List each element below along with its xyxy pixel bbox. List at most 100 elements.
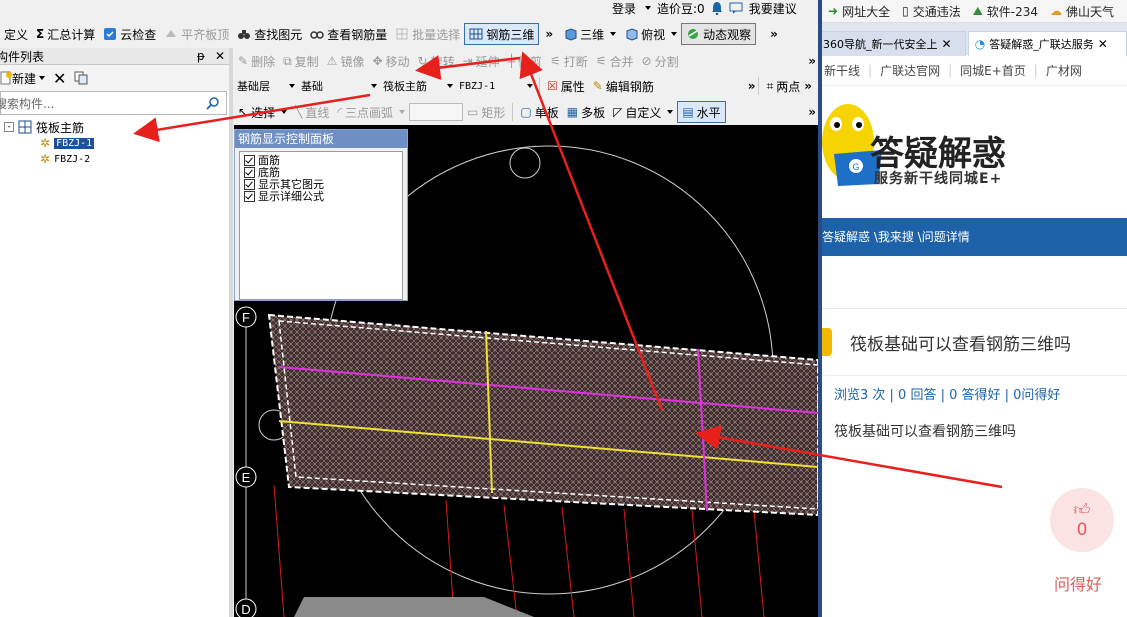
search-icon[interactable] [206,96,220,110]
break-button[interactable]: ⚟ 打断 [546,51,592,71]
svg-text:E: E [242,470,251,485]
single-board-icon: ▢ [520,105,532,119]
two-point-button[interactable]: ⌗ 两点 [762,76,804,96]
view-3d-button[interactable]: 三维 [559,24,620,44]
grey-element [294,597,534,617]
question-title: 筏板基础可以查看钢筋三维吗 [850,334,1071,355]
close-icon[interactable]: ✕ [1098,37,1108,51]
merge-button[interactable]: ⚟ 合并 [592,51,638,71]
collapse-icon[interactable]: - [4,122,14,132]
find-element-button[interactable]: 查找图元 [233,24,306,44]
feedback-link[interactable]: 我要建议 [749,0,797,17]
nav-link[interactable]: 新干线 [824,62,860,79]
select-button[interactable]: ↖ 选择 [234,102,291,122]
overflow-icon[interactable]: » [808,54,816,68]
close-icon[interactable]: ✕ [215,49,225,63]
split-button[interactable]: ⊘ 分割 [638,51,683,71]
element-toolbar: 基础层 基础 筏板主筋 FBZJ-1 ☒ 属性 ✎ 编辑钢筋 » ⌗ 两点 » [234,74,822,98]
bookmark-bar: ➜ 网址大全 ▯ 交通违法 ⛰ 软件-234 ☁ 佛山天气 [822,0,1127,23]
line-icon: ╲ [295,105,303,119]
glasses-icon [310,31,325,39]
rect-button[interactable]: ▭ 矩形 [463,102,509,122]
floor-select[interactable]: 基础层 [234,77,298,95]
rotate-button[interactable]: ↻ 旋转 [414,51,459,71]
nav-link[interactable]: 广材网 [1046,62,1082,79]
bookmark-item[interactable]: ▯ 交通违法 [896,3,967,20]
dynamic-observe-button[interactable]: 动态观察 [681,23,757,45]
gear-icon: ✲ [40,136,51,150]
top-view-button[interactable]: 俯视 [620,24,681,44]
checkbox[interactable] [244,190,255,202]
bookmark-item[interactable]: ➜ 网址大全 [822,3,896,20]
flat-board-button[interactable]: 平齐板顶 [160,24,233,44]
delete-x-icon[interactable]: ✕ [53,69,66,88]
delete-button[interactable]: ✎ 删除 [234,51,279,71]
checkbox[interactable] [244,166,255,178]
arc-button[interactable]: ◜ 三点画弧 [333,102,409,122]
single-board-button[interactable]: ▢ 单板 [516,102,562,122]
pin-icon[interactable]: ᵽ [197,49,205,63]
rebar-3d-button[interactable]: 钢筋三维 [464,23,540,45]
tree-item-fbzj-1[interactable]: ✲ FBZJ-1 [4,135,229,151]
checkbox[interactable] [244,154,255,166]
trim-button[interactable]: ╪ 修剪 [504,51,546,71]
like-button[interactable]: 👍︎ 0 [1050,488,1114,552]
new-button[interactable]: 新建 [0,70,46,87]
login-link[interactable]: 登录 [612,0,636,17]
tab-glodon[interactable]: ◔ 答疑解惑_广联达服务 ✕ [967,30,1127,56]
price-label: 造价豆:0 [657,1,705,16]
browser-window: ➜ 网址大全 ▯ 交通违法 ⛰ 软件-234 ☁ 佛山天气 360导航_新一代安全上 ✕ … [822,0,1127,617]
like-label: 问得好 [1054,575,1103,594]
component-toolbar: 新建 ✕ [0,65,229,91]
slab-rebar-mesh[interactable] [267,313,818,517]
define-button[interactable]: 定义 [0,24,32,44]
mirror-button[interactable]: ⚠ 镜像 [323,51,369,71]
rebar-panel-title: 钢筋显示控制面板 [235,130,407,148]
overflow-icon[interactable]: » [770,27,778,41]
brand-banner: G 答疑解惑 服务新干线同城E+ [822,86,1127,218]
bell-icon[interactable] [711,1,723,15]
nav-link[interactable]: 同城E+首页 [960,62,1026,79]
nav-link[interactable]: 广联达官网 [880,62,940,79]
overflow-icon[interactable]: » [808,105,816,119]
component-list-panel: 构件列表 ᵽ ✕ 新建 ✕ 搜索构件... - 筏板主筋 ✲ FBZJ-1 ✲ … [0,48,229,617]
checkbox[interactable] [244,178,255,190]
arc-param-select[interactable] [409,103,463,121]
overflow-icon[interactable]: » [545,27,553,41]
edit-rebar-button[interactable]: ✎ 编辑钢筋 [589,76,658,96]
tree-root[interactable]: - 筏板主筋 [4,119,229,135]
bookmark-item[interactable]: ⛰ 软件-234 [967,3,1044,20]
like-count: 0 [1076,520,1088,540]
horizontal-button[interactable]: ▤ 水平 [677,101,726,123]
element-select[interactable]: FBZJ-1 [456,77,536,95]
property-button[interactable]: ☒ 属性 [543,76,589,96]
copy-button[interactable]: ⧉ 复制 [279,51,323,71]
sum-calc-button[interactable]: Σ 汇总计算 [32,24,99,44]
gear-icon: ✲ [40,152,51,166]
category-select[interactable]: 基础 [298,77,380,95]
panel-splitter[interactable] [229,48,233,617]
overflow-icon[interactable]: » [748,79,756,93]
bookmark-item[interactable]: ☁ 佛山天气 [1044,3,1120,20]
close-icon[interactable]: ✕ [942,37,952,51]
horizontal-icon: ▤ [682,105,694,119]
type-select[interactable]: 筏板主筋 [380,77,456,95]
svg-text:F: F [242,310,250,325]
multi-board-button[interactable]: ▦ 多板 [563,102,609,122]
move-button[interactable]: ✥ 移动 [368,51,413,71]
orbit-handle-top[interactable] [509,147,541,179]
view-rebar-button[interactable]: 查看钢筋量 [306,24,391,44]
overflow-icon[interactable]: » [804,79,812,93]
tab-360[interactable]: 360导航_新一代安全上 ✕ [822,30,966,56]
copy-icon[interactable] [74,71,88,85]
custom-button[interactable]: ◸ 自定义 [609,102,677,122]
breadcrumb[interactable]: 答疑解惑 \我来搜 \问题详情 [822,218,1127,256]
component-search-input[interactable]: 搜索构件... [0,91,227,115]
extend-button[interactable]: ⇥ 延伸 [459,51,504,71]
cad-app-window: 登录 造价豆:0 我要建议 定义 Σ 汇总计算 云检查 平齐板顶 查找图元 查看钢… [0,0,822,617]
option-show-formula[interactable]: 显示详细公式 [240,190,402,203]
line-button[interactable]: ╲ 直线 [291,102,333,122]
tree-item-fbzj-2[interactable]: ✲ FBZJ-2 [4,151,229,167]
cloud-check-button[interactable]: 云检查 [99,24,160,44]
batch-select-button[interactable]: 批量选择 [391,24,464,44]
